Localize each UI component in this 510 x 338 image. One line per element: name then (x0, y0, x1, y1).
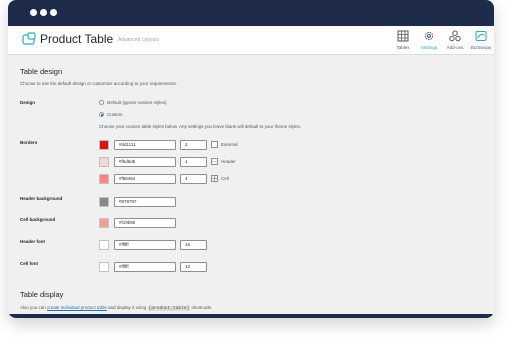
border-external-color-input[interactable]: #dd1111 (114, 140, 176, 150)
window-dot-minimize[interactable] (40, 9, 47, 16)
page-title: Product Table (40, 32, 114, 46)
border-cell-label: Cell (221, 176, 229, 181)
nav-addons[interactable]: Add-ons (443, 30, 467, 50)
gear-icon (424, 31, 434, 41)
header-font-color-input[interactable]: #ffffff (114, 240, 176, 250)
nav-tables[interactable]: Tables (391, 30, 415, 50)
cell-font-label: Cell font (20, 261, 38, 266)
cell-font-color-input[interactable]: #ffffff (114, 262, 176, 272)
border-external-label: External (221, 142, 238, 147)
border-external-color-swatch[interactable] (99, 140, 109, 150)
cell-background-color-input[interactable]: #f19b9b (114, 218, 176, 228)
border-external-width-input[interactable]: 2 (180, 140, 207, 150)
cell-font-color-swatch[interactable] (99, 262, 109, 272)
custom-styles-note: Choose your custom table styles below. A… (99, 124, 302, 129)
cell-font-size-input[interactable]: 12 (180, 262, 207, 272)
nav-addons-label: Add-ons (446, 45, 464, 50)
window-titlebar (8, 0, 494, 26)
section-intro: Choose to use the default design or cust… (20, 81, 178, 86)
border-cell-icon (211, 175, 218, 182)
bizswoop-icon (475, 31, 487, 41)
addons-icon (449, 30, 461, 42)
nav-tables-label: Tables (396, 45, 410, 50)
border-cell-glyph-icon (212, 176, 217, 181)
header-background-color-input[interactable]: #878787 (114, 197, 176, 207)
borders-label: Borders (20, 140, 38, 145)
header-font-size-input[interactable]: 16 (180, 240, 207, 250)
table-display-text-middle: and display it using (108, 305, 147, 310)
table-display-text: Also you can create individual product t… (20, 305, 212, 311)
header-font-color-swatch[interactable] (99, 240, 109, 250)
page-subtitle: Advanced Layouts (118, 37, 160, 43)
create-product-table-link[interactable]: create individual product table (47, 305, 107, 310)
shortcode: [product_table] (147, 306, 191, 311)
header-background-label: Header background (20, 196, 63, 201)
border-header-icon (211, 158, 218, 165)
radio-default[interactable] (99, 100, 104, 105)
border-header-label: Header (221, 159, 236, 164)
nav-settings-label: Settings (420, 45, 438, 50)
header-font-label: Header font (20, 239, 46, 244)
nav-bizswoop[interactable]: BizSwoop (469, 30, 493, 50)
product-table-logo-icon (22, 32, 36, 45)
border-cell-width-input[interactable]: 4 (180, 174, 207, 184)
plugin-header: Product Table Advanced Layouts Tables Se… (8, 26, 494, 55)
border-cell-color-swatch[interactable] (99, 174, 109, 184)
radio-default-label: Default (ignore custom styles) (107, 100, 167, 105)
border-header-color-swatch[interactable] (99, 157, 109, 167)
nav-settings[interactable]: Settings (417, 30, 441, 50)
border-header-width-input[interactable]: 1 (180, 157, 207, 167)
window-dot-maximize[interactable] (50, 9, 57, 16)
cell-background-label: Cell background (20, 217, 56, 222)
table-display-text-after: shortcode. (191, 305, 213, 310)
section-title-table-display: Table display (20, 290, 64, 299)
border-external-icon (211, 141, 218, 148)
table-display-text-before: Also you can (20, 305, 46, 310)
grid-icon (397, 30, 409, 42)
section-title-table-design: Table design (20, 67, 63, 76)
border-header-color-input[interactable]: #f6d6d6 (114, 157, 176, 167)
window-dot-close[interactable] (30, 9, 37, 16)
header-background-color-swatch[interactable] (99, 197, 109, 207)
window-bottom-bar (8, 314, 494, 318)
nav-bizswoop-label: BizSwoop (470, 45, 491, 50)
app-window: Product Table Advanced Layouts Tables Se… (8, 0, 494, 318)
border-header-glyph-icon (212, 161, 217, 162)
design-label: Design (20, 100, 36, 105)
radio-custom[interactable] (99, 112, 104, 117)
cell-background-color-swatch[interactable] (99, 218, 109, 228)
radio-custom-label: Custom (107, 112, 123, 117)
border-cell-color-input[interactable]: #f88484 (114, 174, 176, 184)
